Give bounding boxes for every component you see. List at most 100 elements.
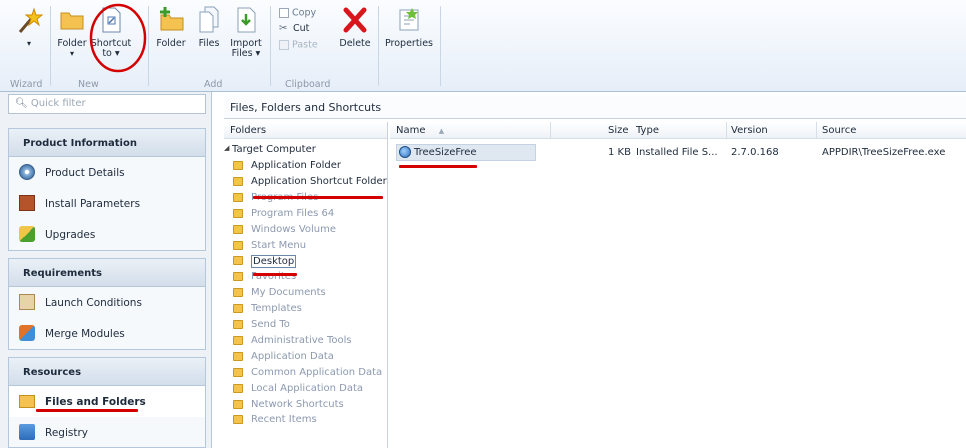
- delete-label: Delete: [339, 38, 371, 49]
- wizard-button[interactable]: ▾: [12, 6, 46, 49]
- group-label-clipboard: Clipboard: [285, 79, 331, 90]
- folder-icon: [233, 351, 243, 361]
- row-source: APPDIR\TreeSizeFree.exe: [822, 147, 946, 158]
- sidebar-item-upgrades[interactable]: Upgrades: [9, 219, 205, 250]
- sidebar-section-resources: Resources Files and Folders Registry: [8, 357, 206, 448]
- sidebar-section-product-information: Product Information Product Details Inst…: [8, 128, 206, 251]
- sidebar-item-files-and-folders[interactable]: Files and Folders: [9, 386, 205, 417]
- folder-icon: [233, 208, 243, 218]
- folders-tree: Folders ◢ Target Computer Application Fo…: [224, 122, 388, 448]
- folder-icon: [233, 256, 243, 266]
- cut-button[interactable]: ✂ Cut: [279, 24, 309, 34]
- magic-wand-icon: [18, 7, 44, 33]
- col-name[interactable]: Name ▲: [396, 125, 444, 136]
- copy-button[interactable]: Copy: [279, 8, 316, 19]
- sidebar-item-label: Merge Modules: [45, 328, 125, 340]
- folder-icon: [60, 12, 84, 30]
- annotation-underline: [399, 165, 477, 168]
- red-x-icon: [343, 7, 367, 33]
- tree-root-label: Target Computer: [232, 144, 316, 155]
- folder-icon: [233, 320, 243, 329]
- column-separator[interactable]: [550, 122, 551, 139]
- tree-item-label: Application Folder: [251, 160, 341, 171]
- file-list: Name ▲ Size Type Version Source TreeSize…: [390, 122, 966, 448]
- delete-button[interactable]: Delete: [338, 6, 372, 49]
- sidebar-item-merge-modules[interactable]: Merge Modules: [9, 318, 205, 349]
- quick-filter-placeholder: Quick filter: [30, 98, 86, 109]
- group-separator: [378, 6, 379, 86]
- sidebar-item-label: Product Details: [45, 167, 125, 179]
- sidebar-item-label: Install Parameters: [45, 198, 141, 210]
- col-type[interactable]: Type: [636, 125, 659, 136]
- folder-icon: [233, 161, 243, 170]
- tree-item-label: Templates: [251, 303, 302, 315]
- annotation-circle: [89, 3, 147, 73]
- install-box-icon: [19, 195, 35, 211]
- tree-item-label: Application Data: [251, 350, 334, 362]
- tree-item-label: Desktop: [251, 255, 297, 269]
- sidebar-section-requirements: Requirements Launch Conditions Merge Mod…: [8, 258, 206, 350]
- group-separator: [50, 6, 51, 86]
- sidebar-item-launch-conditions[interactable]: Launch Conditions: [9, 287, 205, 318]
- col-size[interactable]: Size: [608, 125, 629, 136]
- section-title: Requirements: [9, 259, 205, 287]
- add-folder-label: Folder: [156, 38, 186, 49]
- add-folder-icon: [160, 7, 184, 31]
- properties-icon: [399, 8, 419, 31]
- column-separator[interactable]: [726, 122, 727, 139]
- group-label-wizard: Wizard: [10, 79, 43, 90]
- tree-item-label: Application Shortcut Folder: [251, 175, 387, 187]
- scissors-icon: ✂: [279, 23, 288, 34]
- folder-icon: [19, 395, 35, 408]
- folder-icon: [233, 415, 243, 425]
- sidebar-item-registry[interactable]: Registry: [9, 417, 205, 448]
- folder-icon: [233, 335, 243, 345]
- add-folder-button[interactable]: Folder: [154, 6, 188, 49]
- ribbon-toolbar: ▾ Wizard Folder ▾ Shortcut to ▾ New Fold…: [0, 0, 966, 92]
- sidebar-item-product-details[interactable]: Product Details: [9, 157, 205, 188]
- add-files-button[interactable]: Files: [194, 6, 224, 49]
- annotation-underline: [253, 196, 383, 199]
- paste-label: Paste: [292, 39, 318, 51]
- paste-icon: [279, 40, 289, 50]
- tree-item-label: Start Menu: [251, 239, 307, 251]
- folder-icon: [233, 367, 243, 377]
- folder-icon: [233, 176, 243, 186]
- folder-icon: [233, 399, 243, 409]
- annotation-underline: [36, 409, 138, 412]
- column-separator[interactable]: [816, 122, 817, 139]
- folders-column-header: Folders: [224, 122, 387, 139]
- group-separator: [440, 6, 441, 86]
- properties-label: Properties: [384, 38, 433, 49]
- sidebar-item-install-parameters[interactable]: Install Parameters: [9, 188, 205, 219]
- properties-button[interactable]: Properties: [384, 6, 434, 49]
- sidebar-item-label: Upgrades: [45, 229, 96, 241]
- col-name-label: Name: [396, 125, 426, 136]
- folder-icon: [233, 192, 243, 202]
- table-row[interactable]: TreeSizeFree 1 KB Installed File S... 2.…: [390, 144, 966, 161]
- section-title: Resources: [9, 358, 205, 386]
- group-separator: [148, 6, 149, 86]
- new-folder-label: Folder: [57, 38, 87, 49]
- treesize-app-icon: [399, 146, 411, 158]
- col-source[interactable]: Source: [822, 125, 856, 136]
- folder-icon: [233, 240, 243, 250]
- import-files-button[interactable]: Import Files ▾: [228, 6, 264, 59]
- product-disc-icon: [19, 164, 35, 180]
- tree-item-label: Network Shortcuts: [251, 398, 344, 410]
- new-folder-button[interactable]: Folder ▾: [56, 6, 88, 59]
- quick-filter-input[interactable]: 🔍︎ Quick filter: [8, 94, 206, 114]
- merge-modules-icon: [19, 325, 35, 341]
- file-list-header: Name ▲ Size Type Version Source: [390, 122, 966, 139]
- tree-item-label: Common Application Data: [251, 366, 383, 378]
- paste-button[interactable]: Paste: [279, 40, 318, 51]
- folder-icon: [233, 304, 243, 314]
- row-version: 2.7.0.168: [731, 147, 779, 158]
- import-files-icon: [237, 7, 256, 33]
- sidebar-item-label: Registry: [45, 427, 88, 439]
- sidebar-item-label: Launch Conditions: [45, 297, 142, 309]
- row-type: Installed File S...: [636, 147, 718, 158]
- col-version[interactable]: Version: [731, 125, 768, 136]
- tree-item-label: Program Files 64: [251, 207, 335, 219]
- section-title: Product Information: [9, 129, 205, 157]
